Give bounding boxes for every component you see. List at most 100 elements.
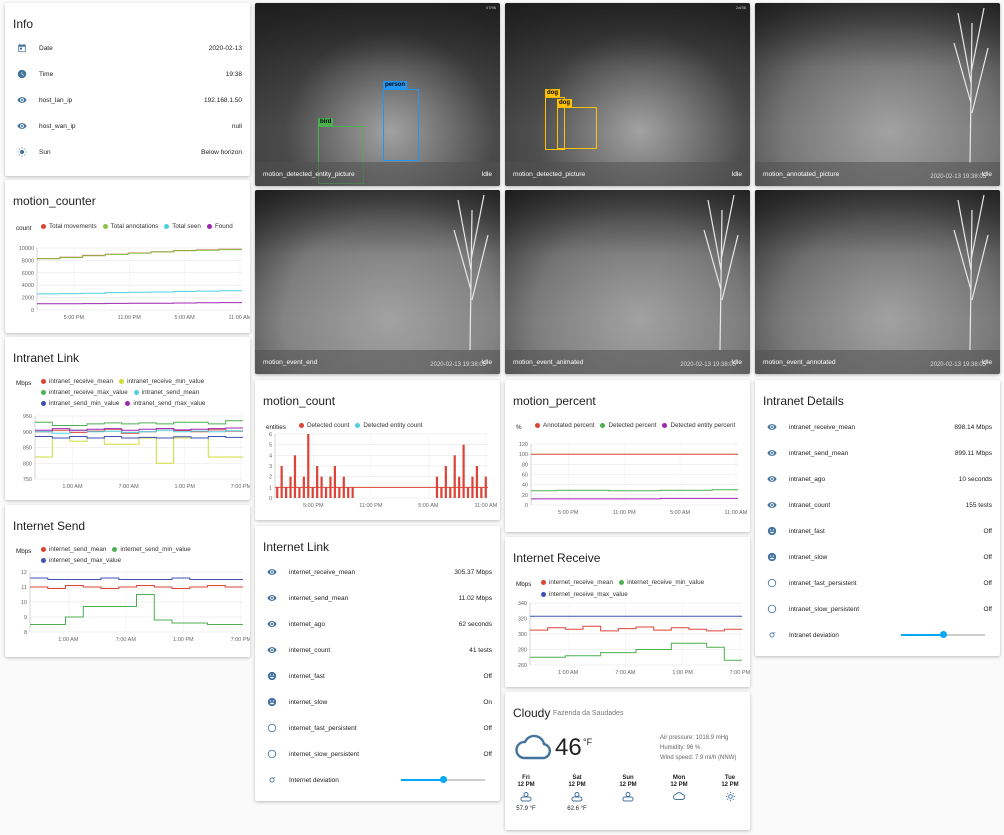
forecast-day-name: Tue (724, 775, 736, 781)
bar[interactable] (293, 455, 297, 498)
entity-row[interactable]: host_wan_ip null (5, 116, 242, 136)
bar[interactable] (333, 466, 337, 498)
entity-row[interactable]: host_lan_ip 192.168.1.50 (5, 90, 242, 110)
entity-value: 41 tests (469, 646, 492, 654)
detection-box: person (383, 81, 419, 161)
entity-row[interactable]: internet_slow_persistent Off (255, 744, 492, 764)
internet-receive-chart[interactable]: 340 320 300 280 260 1:00 AM 7:00 AM 1:00 PM 7:00… (505, 537, 750, 687)
bar[interactable] (466, 487, 470, 498)
internet-send-chart[interactable]: 12 11 10 9 8 1:00 AM 7:00 AM 1:00 PM 7:00 PM (5, 505, 250, 657)
y-tick-label: 0 (525, 503, 528, 509)
entity-row[interactable]: intranet_fast Off (755, 521, 992, 541)
bar[interactable] (284, 487, 288, 498)
camera-feed[interactable]: motion_annotated_picture Idle 2020-02-13 1… (755, 3, 1000, 186)
entity-row[interactable]: internet_fast Off (255, 666, 492, 686)
bar[interactable] (324, 487, 328, 498)
y-tick-label: 80 (522, 462, 528, 468)
entity-row[interactable]: intranet_receive_mean 898.14 Mbps (755, 417, 992, 437)
entity-name: host_wan_ip (39, 122, 76, 130)
bar[interactable] (462, 444, 465, 498)
entity-value: On (483, 698, 492, 706)
forecast-time: 12 PM (619, 782, 637, 788)
x-tick-label: 1:00 AM (558, 670, 579, 676)
series-line[interactable] (35, 437, 243, 464)
sun-icon (17, 147, 27, 157)
forecast-temp: 62.6 °F (567, 806, 587, 812)
sigma-icon (767, 630, 777, 640)
camera-feed[interactable]: motion_event_end Idle 2020-02-13 19:38:05 (255, 190, 500, 374)
bar[interactable] (444, 466, 447, 498)
bar[interactable] (280, 466, 283, 498)
x-tick-label: 7:00 AM (116, 637, 137, 643)
entity-row[interactable]: Sun Below horizon (5, 142, 242, 162)
entity-row[interactable]: intranet_count 155 tests (755, 495, 992, 515)
camera-timestamp: 2020-02-13 19:38:05 (930, 174, 986, 180)
slider-handle[interactable] (939, 631, 947, 638)
entity-row[interactable]: intranet_send_mean 899.11 Mbps (755, 443, 992, 463)
bar[interactable] (347, 487, 350, 498)
entity-row[interactable]: internet_receive_mean 305.37 Mbps (255, 562, 492, 582)
entity-row[interactable]: Date 2020-02-13 (5, 38, 242, 58)
entity-value: 19:38 (225, 70, 242, 78)
series-line[interactable] (531, 497, 738, 500)
entity-row[interactable]: Time 19:38 (5, 64, 242, 84)
bar[interactable] (480, 487, 483, 498)
series-line[interactable] (37, 302, 242, 305)
entity-row[interactable]: internet_fast_persistent Off (255, 718, 492, 738)
motion-count-chart[interactable]: 6 5 4 3 2 1 0 5:00 PM 11:00 PM 5:00 AM 11:00 AM (255, 380, 500, 520)
series-line[interactable] (37, 249, 242, 260)
sigma-icon (267, 775, 277, 785)
bar[interactable] (338, 487, 341, 498)
series-line[interactable] (530, 642, 742, 661)
camera-feed[interactable]: person bird 07/96 motion_detected_entity_pi… (255, 3, 500, 186)
series-line[interactable] (531, 489, 738, 492)
camera-feed[interactable]: motion_event_annotated Idle 2020-02-13 19:… (755, 190, 1000, 374)
entity-row[interactable]: internet_slow On (255, 692, 492, 712)
bar[interactable] (440, 487, 443, 498)
series-line[interactable] (530, 625, 742, 632)
x-tick-label: 5:00 PM (64, 315, 85, 321)
bar[interactable] (449, 487, 452, 498)
series-line[interactable] (37, 290, 242, 295)
bar[interactable] (311, 487, 314, 498)
bar[interactable] (298, 487, 301, 498)
series-line[interactable] (30, 594, 243, 625)
entity-row[interactable]: intranet_slow Off (755, 547, 992, 567)
entity-value: 10 seconds (958, 475, 992, 483)
entity-value: Off (983, 553, 992, 561)
bar[interactable] (276, 487, 279, 498)
y-tick-label: 300 (518, 632, 527, 638)
bar[interactable] (307, 434, 310, 498)
entity-name: internet_send_mean (289, 594, 349, 602)
bar[interactable] (351, 487, 354, 498)
smiley-icon (267, 671, 277, 681)
entity-row[interactable]: intranet_ago 10 seconds (755, 469, 992, 489)
weather-card[interactable]: Cloudy Fazenda da Saudades 46 °F Air pre… (505, 692, 750, 830)
series-line[interactable] (35, 436, 243, 439)
x-tick-label: 5:00 AM (670, 510, 691, 516)
entity-name: intranet_ago (789, 475, 826, 483)
bar[interactable] (475, 466, 479, 498)
bar[interactable] (316, 466, 319, 498)
camera-feed[interactable]: dog dog 2d/36 motion_detected_picture Idle (505, 3, 750, 186)
entity-row[interactable]: internet_ago 62 seconds (255, 614, 492, 634)
deviation-slider[interactable] (401, 776, 485, 783)
series-line[interactable] (30, 577, 243, 580)
entity-name: internet_fast (289, 672, 325, 680)
entity-row[interactable]: internet_send_mean 11.02 Mbps (255, 588, 492, 608)
series-line[interactable] (35, 420, 243, 426)
forecast-day-name: Sun (622, 775, 634, 781)
bar[interactable] (453, 455, 456, 498)
entity-row[interactable]: internet_count 41 tests (255, 640, 492, 660)
y-tick-label: 2 (269, 475, 272, 481)
entity-row[interactable]: intranet_fast_persistent Off (755, 573, 992, 593)
intranet-link-chart[interactable]: 950 900 850 800 750 1:00 AM 7:00 AM 1:00 PM 7:00… (5, 337, 250, 500)
camera-feed[interactable]: motion_event_animated Idle 2020-02-13 19:3… (505, 190, 750, 374)
detection-box: dog (557, 99, 597, 149)
deviation-slider[interactable] (901, 631, 985, 638)
slider-handle[interactable] (439, 776, 447, 783)
motion-counter-chart[interactable]: 10000 8000 6000 4000 2000 0 5:00 PM 11:00 PM 5:0… (5, 180, 250, 333)
motion-percent-chart[interactable]: 120 100 80 60 40 20 0 5:00 PM 11:00 PM 5:00 AM 11:… (505, 380, 750, 532)
entity-value: Off (483, 724, 492, 732)
entity-row[interactable]: intranet_slow_persistent Off (755, 599, 992, 619)
